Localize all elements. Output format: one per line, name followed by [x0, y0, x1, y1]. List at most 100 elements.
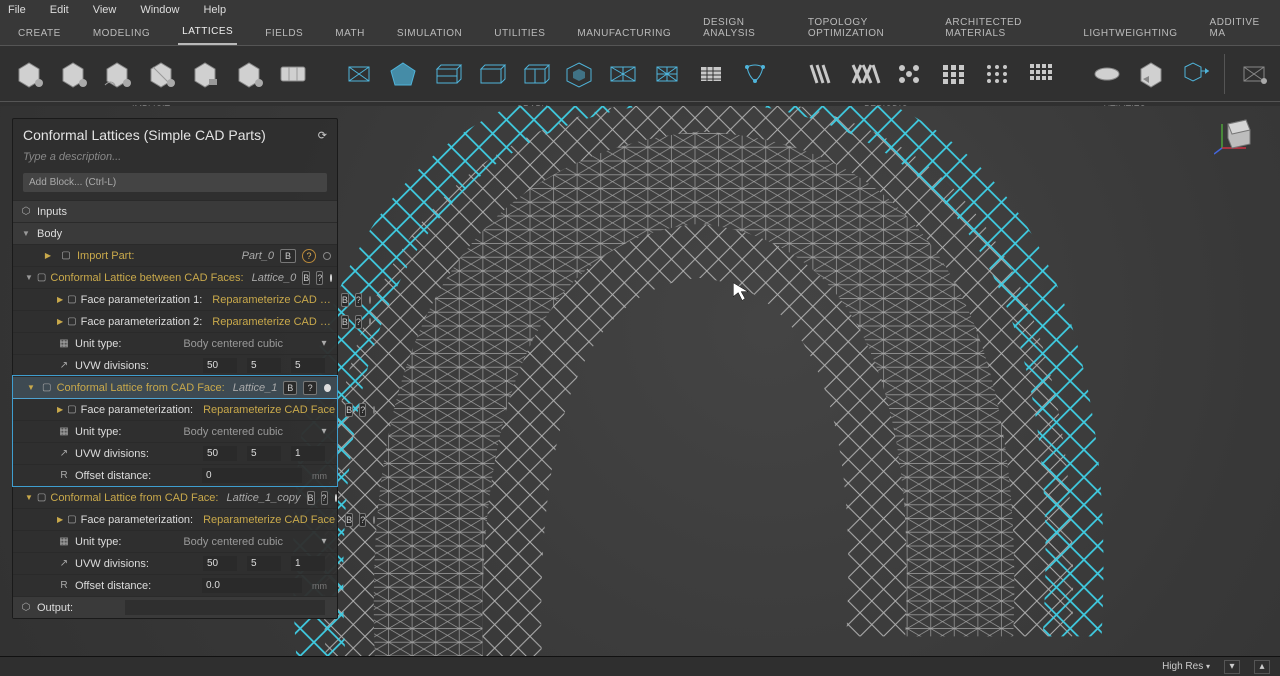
- tool-implicit-6[interactable]: [230, 55, 268, 93]
- lattice1-header-row[interactable]: ▼ ▢ Conformal Lattice from CAD Face: Lat…: [13, 376, 337, 398]
- dropdown-icon[interactable]: ▾: [317, 337, 331, 351]
- tab-manufacturing[interactable]: MANUFACTURING: [573, 22, 675, 45]
- tool-implicit-7[interactable]: [274, 55, 312, 93]
- tool-util-1[interactable]: [1088, 55, 1126, 93]
- lattice1-unit-row[interactable]: ▦ Unit type: Body centered cubic ▾: [13, 420, 337, 442]
- tool-graph-1[interactable]: [340, 55, 378, 93]
- uvw-u-input[interactable]: [203, 446, 237, 461]
- menu-view[interactable]: View: [93, 4, 117, 16]
- output-section[interactable]: ⬡ Output:: [13, 596, 337, 618]
- lattice0-param2-row[interactable]: ▶▢ Face parameterization 2: Reparameteri…: [13, 310, 337, 332]
- uvw-u-input[interactable]: [203, 556, 237, 571]
- uvw-v-input[interactable]: [247, 556, 281, 571]
- lattice0-header-row[interactable]: ▼ ▢ Conformal Lattice between CAD Faces:…: [13, 266, 337, 288]
- lattice1copy-header-row[interactable]: ▼ ▢ Conformal Lattice from CAD Face: Lat…: [13, 486, 337, 508]
- tool-implicit-3[interactable]: [98, 55, 136, 93]
- lattice0-value[interactable]: Lattice_0: [252, 272, 297, 284]
- expand-icon[interactable]: ▶: [57, 513, 63, 527]
- lattice1copy-uvw-row[interactable]: ↗ UVW divisions:: [13, 552, 337, 574]
- uvw-w-input[interactable]: [291, 446, 325, 461]
- tool-implicit-5[interactable]: [186, 55, 224, 93]
- badge-b[interactable]: B: [283, 381, 297, 395]
- tool-periodic-2[interactable]: [846, 55, 884, 93]
- lattice1-offset-row[interactable]: R Offset distance: mm: [13, 464, 337, 486]
- expand-icon[interactable]: ▶: [57, 403, 63, 417]
- tool-graph-10[interactable]: [736, 55, 774, 93]
- help-icon[interactable]: ?: [316, 271, 323, 285]
- tab-lattices[interactable]: LATTICES: [178, 20, 237, 45]
- import-part-row[interactable]: ▶ ▢ Import Part: Part_0 B ?: [13, 244, 337, 266]
- help-icon[interactable]: ?: [355, 293, 362, 307]
- uvw-u-input[interactable]: [203, 358, 237, 373]
- param1-value[interactable]: Reparameterize CAD …: [212, 294, 331, 306]
- lattice1-param-row[interactable]: ▶▢ Face parameterization: Reparameterize…: [13, 398, 337, 420]
- panel-description[interactable]: Type a description...: [13, 147, 337, 167]
- tool-graph-2[interactable]: [384, 55, 422, 93]
- help-icon[interactable]: ?: [359, 513, 366, 527]
- tool-util-2[interactable]: [1132, 55, 1170, 93]
- tool-graph-6[interactable]: [560, 55, 598, 93]
- add-block-input[interactable]: Add Block... (Ctrl-L): [23, 173, 327, 192]
- offset-input[interactable]: [202, 468, 302, 483]
- unit-value[interactable]: Body centered cubic: [183, 338, 283, 350]
- uvw-v-input[interactable]: [247, 358, 281, 373]
- unit-value[interactable]: Body centered cubic: [183, 426, 283, 438]
- tab-math[interactable]: MATH: [331, 22, 369, 45]
- visibility-dot[interactable]: [324, 384, 331, 392]
- tool-graph-4[interactable]: [472, 55, 510, 93]
- visibility-dot[interactable]: [335, 494, 337, 502]
- output-input[interactable]: [125, 600, 325, 615]
- uvw-w-input[interactable]: [291, 556, 325, 571]
- badge-b[interactable]: B: [341, 315, 349, 329]
- status-expand-button[interactable]: ▴: [1254, 660, 1270, 674]
- badge-b[interactable]: B: [345, 513, 353, 527]
- lattice0-uvw-row[interactable]: ↗ UVW divisions:: [13, 354, 337, 376]
- tool-graph-7[interactable]: [604, 55, 642, 93]
- tab-simulation[interactable]: SIMULATION: [393, 22, 466, 45]
- tab-fields[interactable]: FIELDS: [261, 22, 307, 45]
- lattice1copy-value[interactable]: Lattice_1_copy: [227, 492, 301, 504]
- menu-file[interactable]: File: [8, 4, 26, 16]
- lattice0-param1-row[interactable]: ▶▢ Face parameterization 1: Reparameteri…: [13, 288, 337, 310]
- badge-b[interactable]: B: [280, 249, 296, 263]
- expand-icon[interactable]: ▶: [57, 315, 63, 329]
- inputs-section[interactable]: ⬡ Inputs: [13, 200, 337, 222]
- tab-architected-materials[interactable]: ARCHITECTED MATERIALS: [941, 11, 1055, 45]
- lattice1-uvw-row[interactable]: ↗ UVW divisions:: [13, 442, 337, 464]
- menu-edit[interactable]: Edit: [50, 4, 69, 16]
- tab-topology-optimization[interactable]: TOPOLOGY OPTIMIZATION: [804, 11, 917, 45]
- tool-graph-5[interactable]: [516, 55, 554, 93]
- menu-help[interactable]: Help: [203, 4, 226, 16]
- visibility-dot[interactable]: [369, 296, 371, 304]
- lattice1-value[interactable]: Lattice_1: [233, 382, 278, 394]
- tool-periodic-3[interactable]: [890, 55, 928, 93]
- help-icon[interactable]: ?: [355, 315, 362, 329]
- panel-settings-icon[interactable]: ⟳: [318, 129, 327, 142]
- tool-graph-3[interactable]: [428, 55, 466, 93]
- lattice1copy-unit-row[interactable]: ▦ Unit type: Body centered cubic ▾: [13, 530, 337, 552]
- view-cube[interactable]: [1214, 116, 1254, 156]
- badge-b[interactable]: B: [307, 491, 315, 505]
- tool-graph-8[interactable]: [648, 55, 686, 93]
- chevron-down-icon[interactable]: ▼: [25, 491, 33, 505]
- param2-value[interactable]: Reparameterize CAD …: [212, 316, 331, 328]
- unit-value[interactable]: Body centered cubic: [183, 536, 283, 548]
- tab-modeling[interactable]: MODELING: [89, 22, 154, 45]
- tab-lightweighting[interactable]: LIGHTWEIGHTING: [1079, 22, 1181, 45]
- status-collapse-button[interactable]: ▾: [1224, 660, 1240, 674]
- help-icon[interactable]: ?: [359, 403, 366, 417]
- help-icon[interactable]: ?: [303, 381, 317, 395]
- tool-graph-9[interactable]: [692, 55, 730, 93]
- tool-implicit-2[interactable]: [54, 55, 92, 93]
- param-value[interactable]: Reparameterize CAD Face: [203, 514, 335, 526]
- uvw-v-input[interactable]: [247, 446, 281, 461]
- dropdown-icon[interactable]: ▾: [317, 535, 331, 549]
- chevron-down-icon[interactable]: ▼: [25, 381, 37, 395]
- body-section[interactable]: ▼ Body: [13, 222, 337, 244]
- lattice0-unit-row[interactable]: ▦ Unit type: Body centered cubic ▾: [13, 332, 337, 354]
- visibility-dot[interactable]: [369, 318, 371, 326]
- tab-utilities[interactable]: UTILITIES: [490, 22, 549, 45]
- tool-implicit-4[interactable]: [142, 55, 180, 93]
- tab-create[interactable]: CREATE: [14, 22, 65, 45]
- tab-additive[interactable]: ADDITIVE MA: [1206, 11, 1266, 45]
